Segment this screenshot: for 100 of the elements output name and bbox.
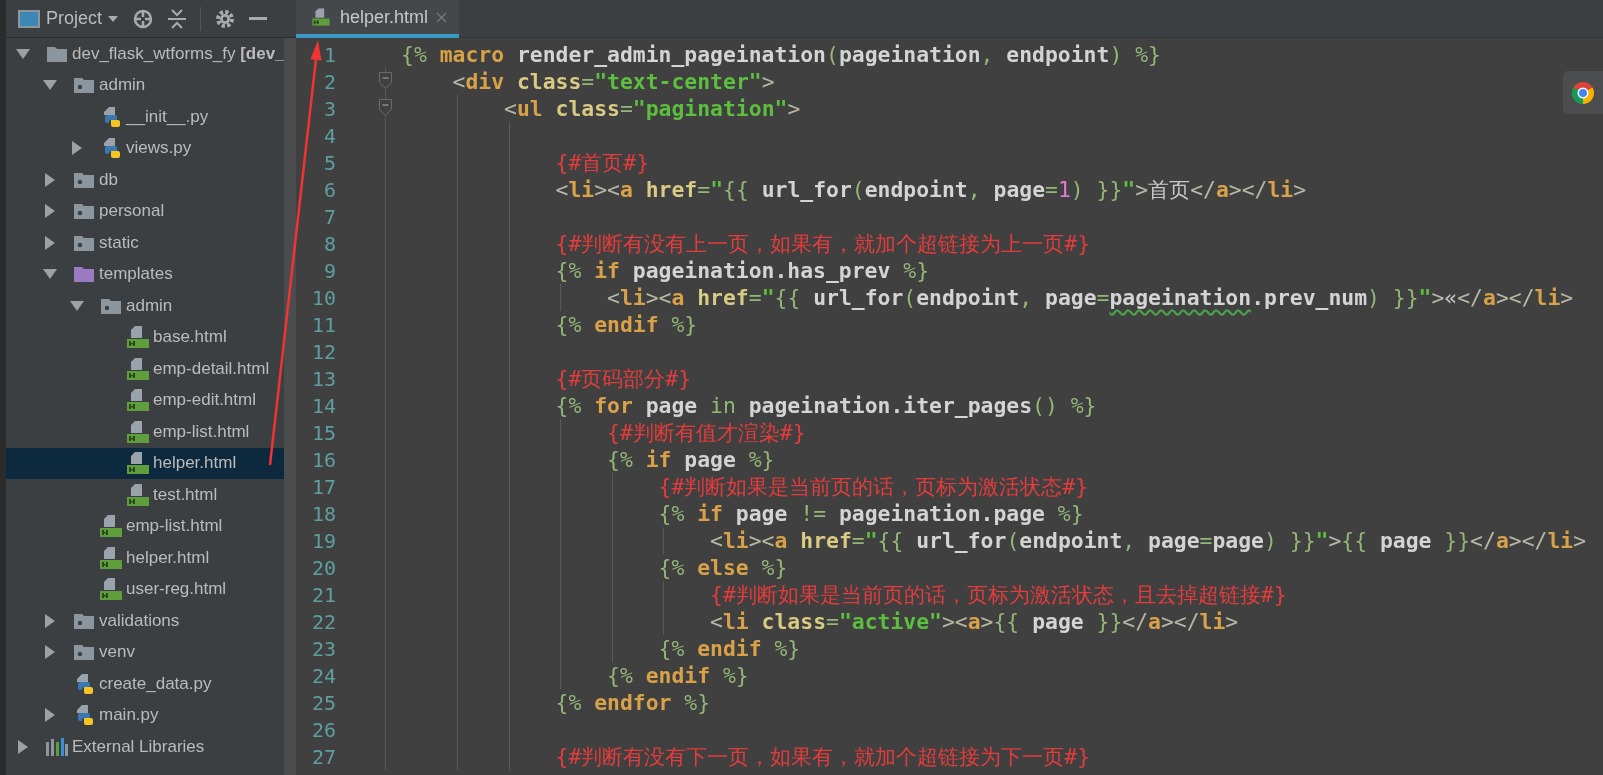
line-number: 24 <box>310 663 336 688</box>
collapsed-arrow-icon[interactable] <box>72 141 82 156</box>
line-number: 15 <box>310 420 336 445</box>
tree-item[interactable]: test.html <box>6 479 284 511</box>
html-file-icon <box>100 546 122 569</box>
line-number: 2 <box>322 69 336 94</box>
tree-item[interactable]: static <box>6 227 284 259</box>
code-line: {#判断有没有下一页，如果有，就加个超链接为下一页#} <box>401 743 1091 770</box>
project-view-dropdown[interactable]: Project <box>18 8 119 29</box>
line-number: 20 <box>310 555 336 580</box>
collapse-all-icon[interactable] <box>168 8 187 29</box>
code-line: {% if page %} <box>401 446 775 473</box>
fold-icon[interactable] <box>379 99 392 116</box>
code-line: <li><a href="{{ url_for(endpoint, page=1) }}">首页</a></li> <box>401 176 1307 203</box>
code-line: <li class="active"><a>{{ page }}</a></li> <box>401 608 1239 635</box>
code-line: {#页码部分#} <box>401 365 692 392</box>
tree-item[interactable]: External Libraries <box>6 731 284 763</box>
tree-item[interactable]: templates <box>6 258 284 290</box>
line-number: 8 <box>322 231 336 256</box>
tree-item[interactable]: validations <box>6 605 284 637</box>
line-number: 13 <box>310 366 336 391</box>
code-line: {% endif %} <box>401 662 749 689</box>
tree-item[interactable]: admin <box>6 69 284 101</box>
code-line: {#判断如果是当前页的话，页标为激活状态，且去掉超链接#} <box>401 581 1287 608</box>
tree-item[interactable]: __init__.py <box>6 101 284 133</box>
html-file-icon <box>100 578 122 601</box>
tree-item[interactable]: emp-detail.html <box>6 353 284 385</box>
collapsed-arrow-icon[interactable] <box>45 708 55 723</box>
collapsed-arrow-icon[interactable] <box>45 204 55 219</box>
python-file-icon <box>74 673 94 694</box>
collapsed-arrow-icon[interactable] <box>45 235 55 250</box>
tree-item[interactable]: dev_flask_wtforms_fy [dev_ <box>6 38 284 70</box>
tree-item[interactable]: main.py <box>6 699 284 731</box>
caret-icon <box>108 15 119 22</box>
tree-item[interactable]: user-reg.html <box>6 573 284 605</box>
line-number: 21 <box>310 582 336 607</box>
tree-item[interactable]: views.py <box>6 132 284 164</box>
python-file-icon <box>101 138 121 159</box>
html-file-icon <box>127 326 149 349</box>
fold-icon[interactable] <box>379 72 392 89</box>
code-line: {% else %} <box>401 554 788 581</box>
line-number: 11 <box>310 312 336 337</box>
python-file-icon <box>101 106 121 127</box>
line-number: 1 <box>322 42 336 67</box>
expanded-arrow-icon[interactable] <box>16 48 30 59</box>
code-line: {% for page in pageination.iter_pages() %} <box>401 392 1097 419</box>
html-file-icon <box>100 515 122 538</box>
settings-icon[interactable] <box>215 8 236 29</box>
package-folder-icon <box>74 234 94 251</box>
code-line: <div class="text-center"> <box>451 68 775 95</box>
html-file-icon <box>127 420 149 443</box>
line-number: 16 <box>310 447 336 472</box>
html-file-icon <box>127 483 149 506</box>
code-line: {#判断有值才渲染#} <box>401 419 806 446</box>
folder-icon <box>47 45 67 62</box>
line-number: 27 <box>310 744 336 769</box>
code-line: {#判断有没有上一页，如果有，就加个超链接为上一页#} <box>401 230 1091 257</box>
collapsed-arrow-icon[interactable] <box>45 645 55 660</box>
editor-tab[interactable]: helper.html <box>296 0 460 38</box>
tree-item[interactable]: emp-edit.html <box>6 384 284 416</box>
expanded-arrow-icon[interactable] <box>43 80 57 91</box>
code-line: {% if pageination.has_prev %} <box>401 257 930 284</box>
code-line: {% macro render_admin_pageination(pageination, endpoint) %} <box>401 41 1161 68</box>
code-line: {% endif %} <box>401 311 698 338</box>
tree-item[interactable]: emp-list.html <box>6 510 284 542</box>
code-line: {% endif %} <box>401 635 801 662</box>
line-number: 22 <box>310 609 336 634</box>
line-number: 17 <box>310 474 336 499</box>
line-number: 12 <box>310 339 336 364</box>
html-file-icon <box>127 389 149 412</box>
html-file-icon <box>312 8 330 26</box>
tree-item[interactable]: helper.html <box>6 542 284 574</box>
code-line: {% if page != pageination.page %} <box>401 500 1084 527</box>
tree-item[interactable]: emp-list.html <box>6 416 284 448</box>
line-number: 25 <box>310 690 336 715</box>
minimize-icon[interactable] <box>249 16 268 21</box>
tree-item[interactable]: base.html <box>6 321 284 353</box>
collapsed-arrow-icon[interactable] <box>18 739 28 754</box>
collapsed-arrow-icon[interactable] <box>45 613 55 628</box>
line-number: 14 <box>310 393 336 418</box>
package-folder-icon <box>74 612 94 629</box>
locate-icon[interactable] <box>132 7 155 30</box>
tree-item[interactable]: venv <box>6 636 284 668</box>
package-folder-icon <box>101 297 121 314</box>
package-folder-icon <box>74 644 94 661</box>
browser-icon[interactable] <box>1571 80 1595 105</box>
scrollbar[interactable] <box>284 38 296 775</box>
tree-item[interactable]: admin <box>6 290 284 322</box>
tree-item[interactable]: db <box>6 164 284 196</box>
python-file-icon <box>74 705 94 726</box>
library-icon <box>46 737 68 756</box>
html-file-icon <box>127 357 149 380</box>
expanded-arrow-icon[interactable] <box>70 300 84 311</box>
collapsed-arrow-icon[interactable] <box>45 172 55 187</box>
expanded-arrow-icon[interactable] <box>43 269 57 280</box>
package-folder-icon <box>74 171 94 188</box>
line-number: 23 <box>310 636 336 661</box>
tree-item[interactable]: create_data.py <box>6 668 284 700</box>
tree-item[interactable]: personal <box>6 195 284 227</box>
tree-item[interactable]: helper.html <box>6 447 284 479</box>
